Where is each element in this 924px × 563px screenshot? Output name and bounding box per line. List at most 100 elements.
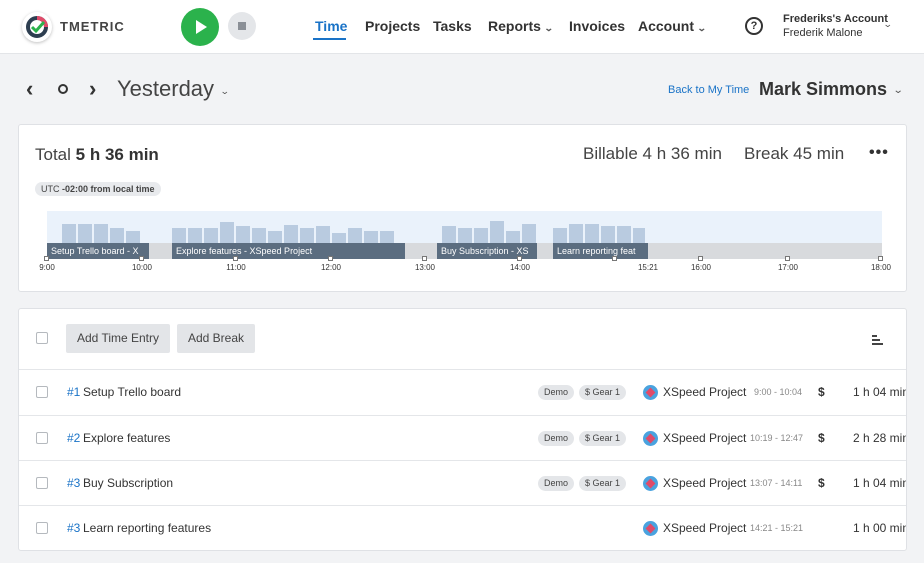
- timeline-label: 18:00: [870, 263, 892, 272]
- timeline-tick: [328, 256, 333, 261]
- nav-invoices[interactable]: Invoices: [569, 18, 625, 34]
- activity-bar: [585, 224, 599, 243]
- task-number[interactable]: #2: [67, 431, 80, 445]
- activity-bar: [380, 231, 394, 243]
- duration[interactable]: 1 h 04 min: [853, 385, 906, 399]
- activity-bar: [601, 226, 615, 243]
- duration[interactable]: 1 h 04 min: [853, 476, 906, 490]
- timeline-label: 14:00: [509, 263, 531, 272]
- table-row[interactable]: #2 Explore features Demo $ Gear 1 XSpeed…: [19, 415, 906, 461]
- project-name[interactable]: XSpeed Project: [663, 431, 746, 445]
- summary-card: Total 5 h 36 min Billable 4 h 36 min Bre…: [18, 124, 907, 292]
- activity-bar: [252, 228, 266, 243]
- table-row[interactable]: #3 Buy Subscription Demo $ Gear 1 XSpeed…: [19, 460, 906, 506]
- activity-bar: [348, 228, 362, 243]
- time-range[interactable]: 13:07 - 14:11: [750, 478, 802, 488]
- timeline-tick: [233, 256, 238, 261]
- task-number[interactable]: #3: [67, 521, 80, 535]
- activity-bar: [220, 222, 234, 243]
- activity-bar: [188, 228, 202, 243]
- table-row[interactable]: #3 Learn reporting features XSpeed Proje…: [19, 505, 906, 550]
- time-range[interactable]: 9:00 - 10:04: [754, 387, 802, 397]
- nav-reports[interactable]: Reports ⌄: [488, 18, 554, 34]
- table-row[interactable]: #1 Setup Trello board Demo $ Gear 1 XSpe…: [19, 369, 906, 415]
- account-user[interactable]: Frederik Malone: [783, 27, 862, 39]
- chevron-left-icon[interactable]: ‹: [26, 78, 33, 100]
- timeline-tick: [44, 256, 49, 261]
- activity-bar: [506, 231, 520, 243]
- billable-value: 4 h 36 min: [642, 144, 722, 163]
- task-description[interactable]: Buy Subscription: [83, 476, 173, 490]
- break-value: 45 min: [793, 144, 845, 163]
- row-checkbox[interactable]: [36, 477, 48, 489]
- stop-icon[interactable]: [228, 12, 256, 40]
- task-number[interactable]: #1: [67, 385, 80, 399]
- tag-badge[interactable]: $ Gear 1: [579, 431, 627, 446]
- add-break-button[interactable]: Add Break: [177, 324, 255, 353]
- tag-badge[interactable]: Demo: [538, 476, 575, 491]
- nav-account[interactable]: Account ⌄: [638, 18, 707, 34]
- task-description[interactable]: Learn reporting features: [83, 521, 211, 535]
- timeline-tick: [517, 256, 522, 261]
- sort-icon[interactable]: [872, 335, 883, 345]
- task-description[interactable]: Explore features: [83, 431, 170, 445]
- back-to-my-time-link[interactable]: Back to My Time: [668, 84, 749, 96]
- nav-active-indicator: [313, 38, 346, 40]
- row-checkbox[interactable]: [36, 432, 48, 444]
- billable-icon[interactable]: $: [818, 385, 825, 399]
- time-range[interactable]: 14:21 - 15:21: [750, 523, 803, 533]
- time-range[interactable]: 10:19 - 12:47: [750, 433, 803, 443]
- activity-bar: [332, 233, 346, 243]
- nav-projects[interactable]: Projects: [365, 18, 420, 34]
- more-icon[interactable]: •••: [869, 144, 889, 162]
- nav-tasks[interactable]: Tasks: [433, 18, 472, 34]
- activity-bar: [78, 224, 92, 243]
- timeline-segment[interactable]: Learn reporting feat: [553, 243, 648, 259]
- project-icon: [643, 431, 658, 446]
- billable-icon[interactable]: $: [818, 431, 825, 445]
- chevron-down-icon[interactable]: ⌄: [220, 86, 230, 97]
- logo-icon[interactable]: [22, 12, 52, 42]
- account-workspace[interactable]: Frederiks's Account: [783, 13, 888, 25]
- utc-offset: -02:00 from local time: [62, 184, 155, 194]
- play-icon[interactable]: [181, 8, 219, 46]
- timeline-segment[interactable]: Setup Trello board - X: [47, 243, 149, 259]
- chevron-down-icon[interactable]: ⌄: [883, 19, 893, 30]
- viewed-user[interactable]: Mark Simmons: [759, 79, 887, 100]
- tag-badge[interactable]: $ Gear 1: [579, 385, 627, 400]
- project-name[interactable]: XSpeed Project: [663, 385, 746, 399]
- activity-bar: [300, 228, 314, 243]
- activity-bar: [633, 228, 645, 243]
- task-description[interactable]: Setup Trello board: [83, 385, 181, 399]
- project-name[interactable]: XSpeed Project: [663, 476, 746, 490]
- tag-badge[interactable]: Demo: [538, 431, 575, 446]
- help-icon[interactable]: ?: [745, 17, 763, 35]
- billable-label: Billable: [583, 144, 638, 163]
- duration[interactable]: 2 h 28 min: [853, 431, 906, 445]
- chevron-down-icon[interactable]: ⌄: [893, 85, 904, 96]
- activity-bar: [442, 226, 456, 243]
- timeline-segment[interactable]: Buy Subscription - XS: [437, 243, 537, 259]
- add-time-entry-button[interactable]: Add Time Entry: [66, 324, 170, 353]
- tag-badge[interactable]: $ Gear 1: [579, 476, 627, 491]
- timeline-segment[interactable]: Explore features - XSpeed Project: [172, 243, 405, 259]
- today-icon[interactable]: [58, 84, 68, 94]
- billable-icon[interactable]: $: [818, 476, 825, 490]
- project-icon: [643, 521, 658, 536]
- duration[interactable]: 1 h 00 min: [853, 521, 906, 535]
- date-label[interactable]: Yesterday: [117, 76, 214, 102]
- row-checkbox[interactable]: [36, 386, 48, 398]
- project-name[interactable]: XSpeed Project: [663, 521, 746, 535]
- nav-time[interactable]: Time: [315, 18, 347, 34]
- timeline-label: 11:00: [226, 263, 246, 272]
- activity-bar: [364, 231, 378, 243]
- row-checkbox[interactable]: [36, 522, 48, 534]
- chevron-down-icon: ⌄: [543, 23, 554, 33]
- chevron-right-icon[interactable]: ›: [89, 78, 96, 100]
- timeline-label: 12:00: [320, 263, 342, 272]
- project-icon: [643, 385, 658, 400]
- select-all-checkbox[interactable]: [36, 332, 48, 344]
- tag-badge[interactable]: Demo: [538, 385, 575, 400]
- task-number[interactable]: #3: [67, 476, 80, 490]
- activity-bar: [316, 226, 330, 243]
